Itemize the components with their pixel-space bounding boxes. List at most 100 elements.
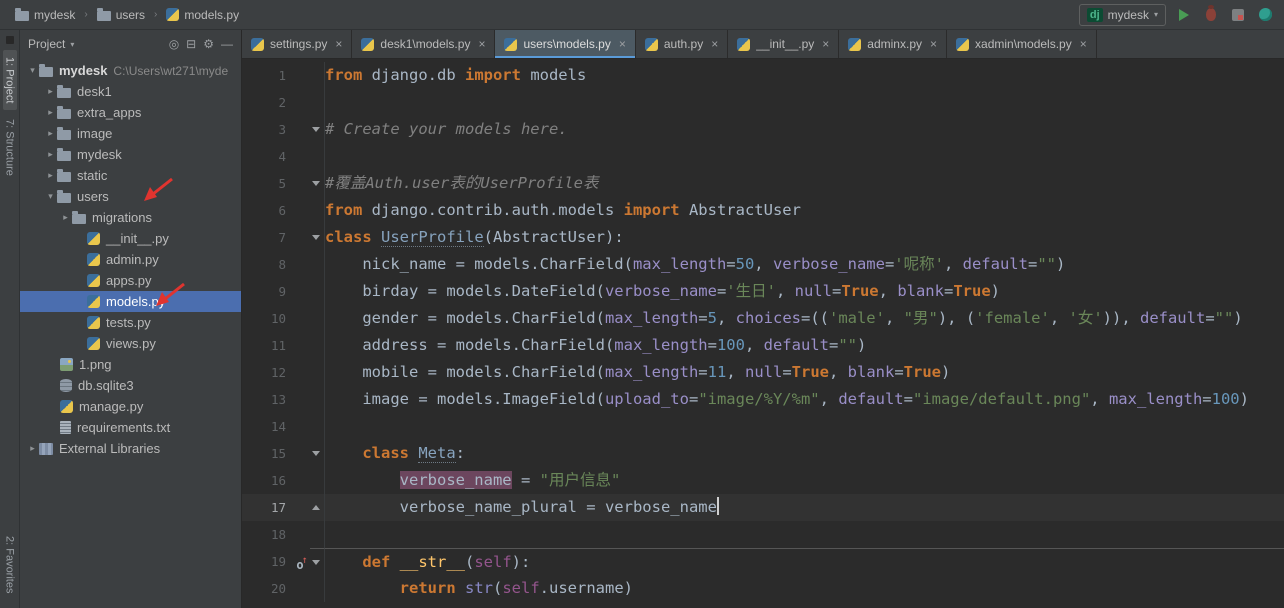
- tab-close-icon[interactable]: ×: [711, 37, 718, 51]
- editor-tab-users-models-py[interactable]: users\models.py ×: [495, 30, 636, 58]
- breadcrumb-item-users[interactable]: users: [92, 6, 150, 24]
- fold-up-icon[interactable]: [312, 505, 320, 510]
- collapse-all-icon[interactable]: ⊟: [186, 37, 196, 51]
- code-text[interactable]: #覆盖Auth.user表的UserProfile表: [325, 170, 1284, 197]
- code-text[interactable]: nick_name = models.CharField(max_length=…: [325, 251, 1284, 278]
- editor-tab-xadmin-models-py[interactable]: xadmin\models.py ×: [947, 30, 1097, 58]
- tree-item-tests-py[interactable]: tests.py: [20, 312, 241, 333]
- tree-chevron-icon[interactable]: ▸: [44, 149, 57, 160]
- tab-close-icon[interactable]: ×: [1080, 37, 1087, 51]
- code-text[interactable]: # Create your models here.: [325, 116, 1284, 143]
- code-area[interactable]: 1 from django.db import models 2 3 # Create …: [242, 59, 1284, 608]
- code-text[interactable]: verbose_name_plural = verbose_name: [325, 494, 1284, 521]
- profiler-button[interactable]: [1256, 6, 1274, 24]
- tree-item-external-libraries[interactable]: ▸ External Libraries: [20, 438, 241, 459]
- code-line[interactable]: 14: [242, 413, 1284, 440]
- debug-button[interactable]: [1202, 5, 1220, 24]
- tab-close-icon[interactable]: ×: [822, 37, 829, 51]
- code-line[interactable]: 8 nick_name = models.CharField(max_lengt…: [242, 251, 1284, 278]
- code-text[interactable]: from django.contrib.auth.models import A…: [325, 197, 1284, 224]
- code-line[interactable]: 1 from django.db import models: [242, 62, 1284, 89]
- stripe-button-7-structure[interactable]: 7: Structure: [3, 112, 17, 183]
- code-text[interactable]: [325, 521, 1284, 548]
- fold-down-icon[interactable]: [312, 235, 320, 240]
- run-config-selector[interactable]: dj mydesk ▾: [1078, 3, 1166, 26]
- tree-item-db-sqlite3[interactable]: db.sqlite3: [20, 375, 241, 396]
- tree-item-mydesk[interactable]: ▸ mydesk: [20, 144, 241, 165]
- tree-item-static[interactable]: ▸ static: [20, 165, 241, 186]
- tree-chevron-icon[interactable]: ▸: [44, 107, 57, 118]
- code-line[interactable]: 2: [242, 89, 1284, 116]
- code-line[interactable]: 17 verbose_name_plural = verbose_name: [242, 494, 1284, 521]
- breadcrumb-item-mydesk[interactable]: mydesk: [10, 6, 80, 24]
- code-text[interactable]: address = models.CharField(max_length=10…: [325, 332, 1284, 359]
- tree-chevron-icon[interactable]: ▸: [26, 443, 39, 454]
- code-text[interactable]: from django.db import models: [325, 62, 1284, 89]
- tree-chevron-icon[interactable]: ▸: [44, 170, 57, 181]
- tab-close-icon[interactable]: ×: [930, 37, 937, 51]
- tab-close-icon[interactable]: ×: [478, 37, 485, 51]
- editor-tab-desk1-models-py[interactable]: desk1\models.py ×: [352, 30, 496, 58]
- code-text[interactable]: class Meta:: [325, 440, 1284, 467]
- code-line[interactable]: 3 # Create your models here.: [242, 116, 1284, 143]
- tree-item-users[interactable]: ▾ users: [20, 186, 241, 207]
- code-text[interactable]: return str(self.username): [325, 575, 1284, 602]
- tree-item-image[interactable]: ▸ image: [20, 123, 241, 144]
- code-line[interactable]: 16 verbose_name = "用户信息": [242, 467, 1284, 494]
- tree-item-manage-py[interactable]: manage.py: [20, 396, 241, 417]
- tree-item--init-py[interactable]: __init__.py: [20, 228, 241, 249]
- tree-chevron-icon[interactable]: ▾: [26, 65, 39, 76]
- code-text[interactable]: [325, 143, 1284, 170]
- tool-windows-icon[interactable]: [5, 36, 14, 44]
- tree-item-models-py[interactable]: models.py: [20, 291, 241, 312]
- code-text[interactable]: gender = models.CharField(max_length=5, …: [325, 305, 1284, 332]
- code-text[interactable]: class UserProfile(AbstractUser):: [325, 224, 1284, 251]
- locate-icon[interactable]: ◎: [169, 37, 179, 51]
- override-method-icon[interactable]: o↑: [294, 548, 310, 575]
- tree-item-1-png[interactable]: 1.png: [20, 354, 241, 375]
- tab-close-icon[interactable]: ×: [619, 37, 626, 51]
- code-line[interactable]: 11 address = models.CharField(max_length…: [242, 332, 1284, 359]
- code-line[interactable]: 13 image = models.ImageField(upload_to="…: [242, 386, 1284, 413]
- tree-chevron-icon[interactable]: ▸: [59, 212, 72, 223]
- tree-item-admin-py[interactable]: admin.py: [20, 249, 241, 270]
- tree-item-extra-apps[interactable]: ▸ extra_apps: [20, 102, 241, 123]
- tree-item-desk1[interactable]: ▸ desk1: [20, 81, 241, 102]
- code-line[interactable]: 7 class UserProfile(AbstractUser):: [242, 224, 1284, 251]
- tree-item-requirements-txt[interactable]: requirements.txt: [20, 417, 241, 438]
- fold-down-icon[interactable]: [312, 181, 320, 186]
- code-text[interactable]: [325, 413, 1284, 440]
- code-line[interactable]: 9 birday = models.DateField(verbose_name…: [242, 278, 1284, 305]
- code-line[interactable]: 20 return str(self.username): [242, 575, 1284, 602]
- code-text[interactable]: image = models.ImageField(upload_to="ima…: [325, 386, 1284, 413]
- code-line[interactable]: 15 class Meta:: [242, 440, 1284, 467]
- breadcrumb-item-models-py[interactable]: models.py: [161, 6, 244, 24]
- code-line[interactable]: 6 from django.contrib.auth.models import …: [242, 197, 1284, 224]
- editor-tab-adminx-py[interactable]: adminx.py ×: [839, 30, 948, 58]
- code-line[interactable]: 18: [242, 521, 1284, 548]
- run-button[interactable]: [1175, 6, 1193, 24]
- stripe-button-2-favorites[interactable]: 2: Favorites: [3, 529, 17, 600]
- code-text[interactable]: mobile = models.CharField(max_length=11,…: [325, 359, 1284, 386]
- code-text[interactable]: def __str__(self):: [325, 548, 1284, 575]
- code-line[interactable]: 4: [242, 143, 1284, 170]
- tree-chevron-icon[interactable]: ▸: [44, 128, 57, 139]
- tree-chevron-icon[interactable]: ▾: [44, 191, 57, 202]
- tab-close-icon[interactable]: ×: [335, 37, 342, 51]
- coverage-button[interactable]: [1229, 6, 1247, 24]
- hide-icon[interactable]: —: [221, 37, 233, 51]
- tree-item-migrations[interactable]: ▸ migrations: [20, 207, 241, 228]
- chevron-down-icon[interactable]: ▾: [70, 40, 74, 49]
- code-line[interactable]: 10 gender = models.CharField(max_length=…: [242, 305, 1284, 332]
- fold-down-icon[interactable]: [312, 127, 320, 132]
- code-text[interactable]: [325, 89, 1284, 116]
- code-line[interactable]: 5 #覆盖Auth.user表的UserProfile表: [242, 170, 1284, 197]
- tree-item-apps-py[interactable]: apps.py: [20, 270, 241, 291]
- code-line[interactable]: 12 mobile = models.CharField(max_length=…: [242, 359, 1284, 386]
- settings-icon[interactable]: ⚙: [203, 37, 214, 51]
- code-text[interactable]: birday = models.DateField(verbose_name='…: [325, 278, 1284, 305]
- fold-down-icon[interactable]: [312, 560, 320, 565]
- editor-tab-settings-py[interactable]: settings.py ×: [242, 30, 353, 58]
- code-text[interactable]: verbose_name = "用户信息": [325, 467, 1284, 494]
- tree-item-views-py[interactable]: views.py: [20, 333, 241, 354]
